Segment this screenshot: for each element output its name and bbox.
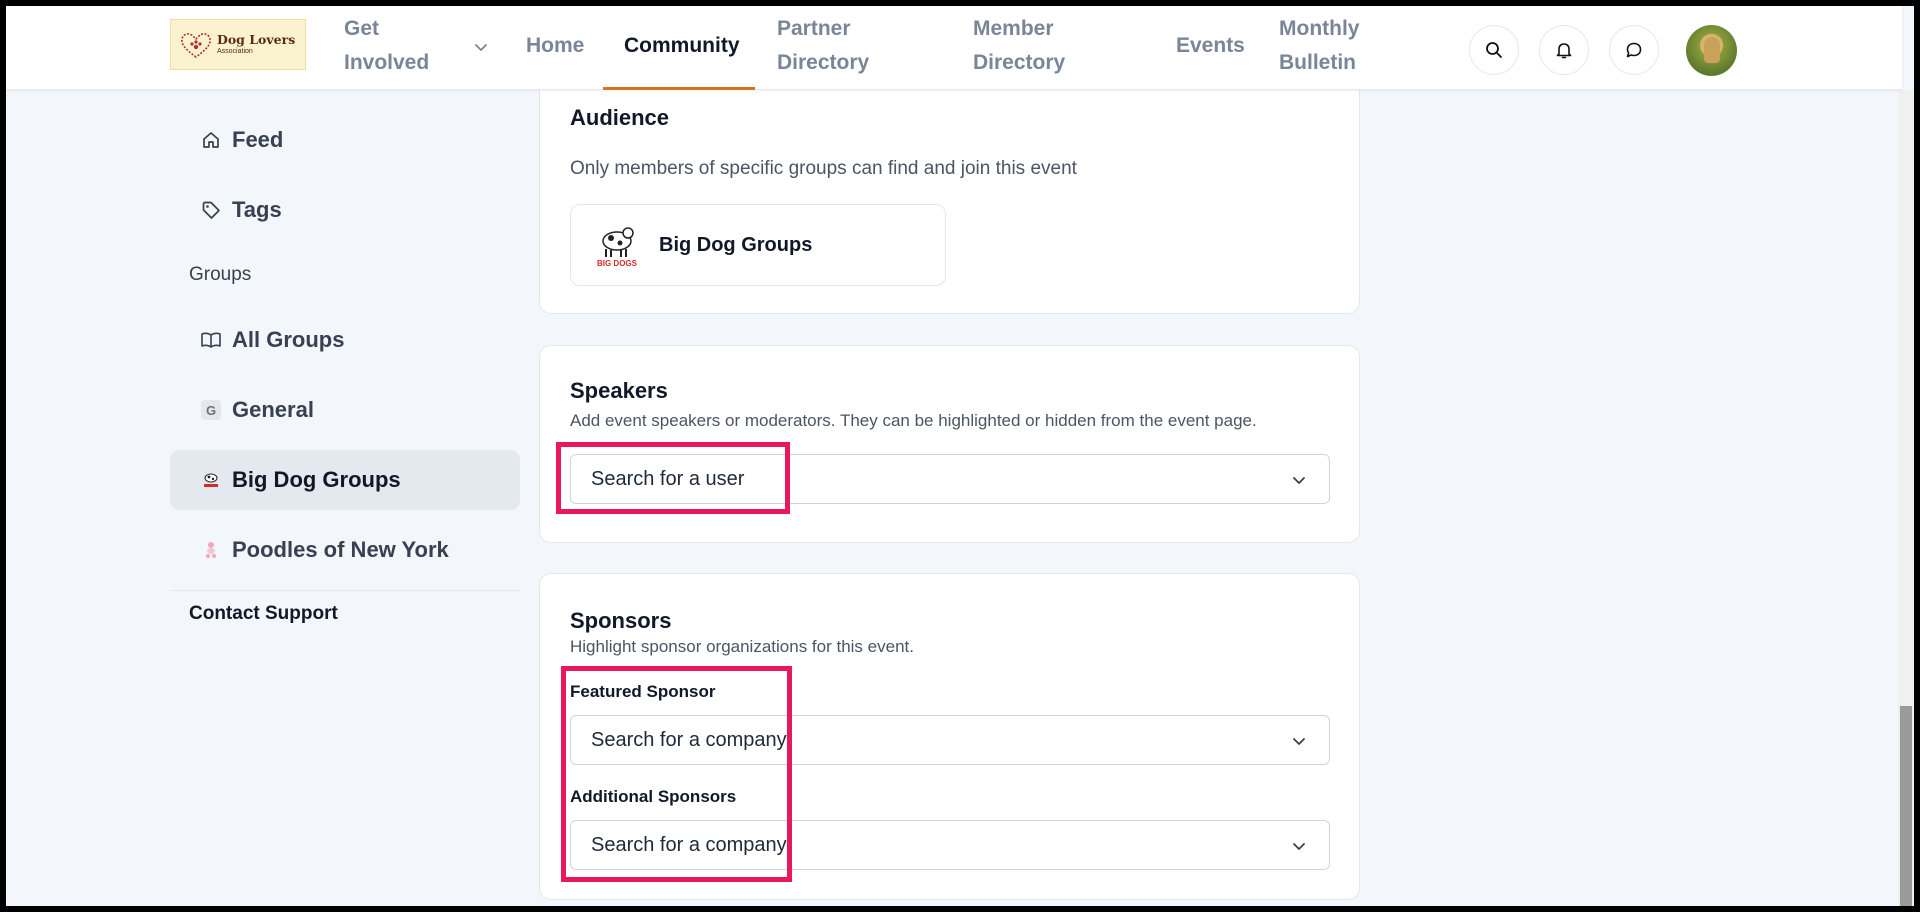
chevron-down-icon xyxy=(1293,843,1305,850)
sidebar-item-big-dog-groups[interactable]: Big Dog Groups xyxy=(170,450,520,510)
user-avatar[interactable] xyxy=(1686,25,1737,76)
groups-heading: Groups xyxy=(189,264,252,285)
brand-logo[interactable]: Dog Lovers Association xyxy=(170,19,306,70)
highlight-box-sponsor-fields xyxy=(561,666,792,882)
brand-subtitle: Association xyxy=(217,48,253,56)
big-dogs-logo-icon xyxy=(200,469,222,491)
audience-group-name: Big Dog Groups xyxy=(659,233,813,256)
nav-community[interactable]: Community xyxy=(624,29,740,63)
nav-partner-directory[interactable]: Partner Directory xyxy=(777,12,869,80)
nav-home[interactable]: Home xyxy=(526,29,584,63)
poodle-logo-icon xyxy=(200,539,222,561)
contact-support-link[interactable]: Contact Support xyxy=(189,603,338,625)
highlight-box-speaker-search xyxy=(556,442,790,514)
big-dogs-logo-icon: BIG DOGS xyxy=(597,227,638,268)
big-dogs-logo-text: BIG DOGS xyxy=(597,259,638,268)
messages-button[interactable] xyxy=(1609,25,1659,75)
sidebar-item-label: All Groups xyxy=(232,327,345,352)
sidebar-item-label: Feed xyxy=(232,127,284,152)
tag-icon xyxy=(200,199,222,221)
top-navbar: Dog Lovers Association Get Involved Home… xyxy=(6,6,1902,90)
heart-paw-icon xyxy=(181,32,211,58)
book-open-icon xyxy=(200,329,222,351)
sidebar-item-label: Poodles of New York xyxy=(232,537,449,562)
sponsors-description: Highlight sponsor organizations for this… xyxy=(570,637,914,656)
nav-partner-line1: Partner xyxy=(777,17,851,40)
speakers-description: Add event speakers or moderators. They c… xyxy=(570,411,1257,430)
sidebar-item-label: Tags xyxy=(232,197,282,222)
nav-member-directory[interactable]: Member Directory xyxy=(973,12,1065,80)
audience-description: Only members of specific groups can find… xyxy=(570,158,1077,179)
audience-group-chip[interactable]: BIG DOGS Big Dog Groups xyxy=(570,204,946,286)
brand-name: Dog Lovers xyxy=(217,31,296,47)
nav-partner-line2: Directory xyxy=(777,51,870,74)
chevron-down-icon xyxy=(1293,738,1305,745)
nav-bulletin-line1: Monthly xyxy=(1279,17,1360,40)
nav-get-involved[interactable]: Get Involved xyxy=(344,12,429,80)
sidebar-item-feed[interactable]: Feed xyxy=(170,110,520,170)
notifications-button[interactable] xyxy=(1539,25,1589,75)
sidebar-item-all-groups[interactable]: All Groups xyxy=(170,310,520,370)
nav-events[interactable]: Events xyxy=(1176,29,1245,63)
sidebar-item-label: Big Dog Groups xyxy=(232,467,401,492)
sponsors-title: Sponsors xyxy=(570,608,672,633)
audience-title: Audience xyxy=(570,105,670,130)
nav-member-line1: Member xyxy=(973,17,1054,40)
general-group-badge: G xyxy=(201,400,221,420)
nav-monthly-bulletin[interactable]: Monthly Bulletin xyxy=(1279,12,1359,80)
sidebar-item-tags[interactable]: Tags xyxy=(170,180,520,240)
sidebar-item-label: General xyxy=(232,397,314,422)
speakers-title: Speakers xyxy=(570,378,668,403)
active-tab-indicator xyxy=(603,87,755,90)
home-icon xyxy=(200,129,222,151)
search-icon xyxy=(1486,42,1502,58)
scrollbar-thumb[interactable] xyxy=(1900,706,1912,906)
bell-icon xyxy=(1556,43,1572,59)
chevron-down-icon[interactable] xyxy=(473,39,489,55)
chevron-down-icon xyxy=(1293,477,1305,484)
sidebar-item-general[interactable]: G General xyxy=(170,380,520,440)
search-button[interactable] xyxy=(1469,25,1519,75)
nav-bulletin-line2: Bulletin xyxy=(1279,51,1356,74)
nav-member-line2: Directory xyxy=(973,51,1066,74)
nav-get-involved-line1: Get xyxy=(344,17,380,40)
sidebar-item-poodles[interactable]: Poodles of New York xyxy=(170,520,520,580)
sidebar-divider xyxy=(170,590,520,591)
avatar-dog-shape xyxy=(1704,37,1720,63)
chat-bubble-icon xyxy=(1626,42,1642,58)
nav-get-involved-line2: Involved xyxy=(344,51,430,74)
